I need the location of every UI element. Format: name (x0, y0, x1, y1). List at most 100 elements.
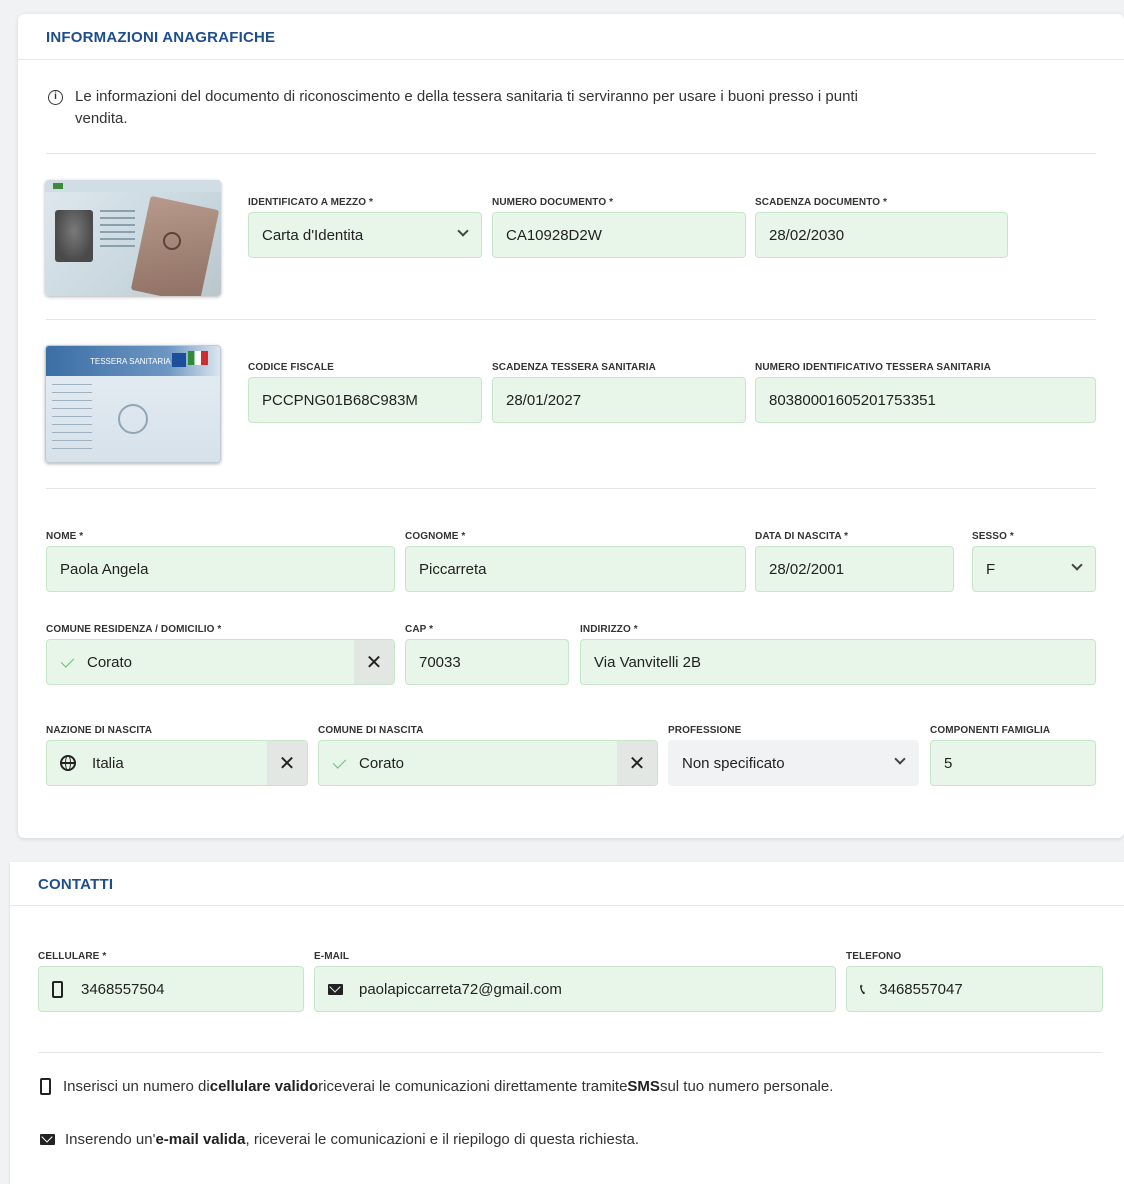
scadenza-documento-field[interactable]: 28/02/2030 (755, 212, 1008, 258)
scadenza-tessera-label: SCADENZA TESSERA SANITARIA (492, 362, 656, 373)
italian-flag (188, 351, 208, 365)
cie-seal (163, 232, 181, 250)
anagrafica-title: INFORMAZIONI ANAGRAFICHE (46, 29, 276, 46)
email-field[interactable]: paolapiccarreta72@gmail.com (314, 966, 836, 1012)
indirizzo-label: INDIRIZZO * (580, 624, 638, 635)
contatti-header-divider (10, 905, 1124, 906)
divider-3 (46, 488, 1096, 489)
scadenza-tessera-field[interactable]: 28/01/2027 (492, 377, 746, 423)
professione-value: Non specificato (682, 754, 785, 772)
codice-fiscale-label: CODICE FISCALE (248, 362, 334, 373)
cap-field[interactable]: 70033 (405, 639, 569, 685)
email-value: paolapiccarreta72@gmail.com (359, 980, 562, 998)
ts-emblem (118, 404, 148, 434)
envelope-icon (40, 1134, 55, 1145)
comune-nascita-label: COMUNE DI NASCITA (318, 725, 424, 736)
nome-value: Paola Angela (60, 560, 149, 578)
note2-bold: e-mail valida (155, 1131, 246, 1148)
data-nascita-value: 28/02/2001 (769, 560, 845, 578)
cie-lines (100, 210, 135, 250)
mobile-phone-icon (40, 1078, 51, 1095)
check-icon (60, 653, 75, 668)
telefono-value: 3468557047 (879, 980, 963, 998)
comune-residenza-value: Corato (87, 653, 133, 671)
cap-label: CAP * (405, 624, 434, 635)
comune-residenza-field[interactable]: Corato ✕ (46, 639, 395, 685)
note1-mid: riceverai le comunicazioni direttamente … (318, 1078, 628, 1095)
indirizzo-value: Via Vanvitelli 2B (594, 653, 702, 671)
nazione-nascita-field[interactable]: Italia ✕ (46, 740, 308, 786)
globe-icon (60, 755, 76, 771)
ts-lines (52, 384, 92, 456)
scadenza-documento-label: SCADENZA DOCUMENTO * (755, 197, 888, 208)
cap-value: 70033 (419, 653, 461, 671)
divider-2 (46, 319, 1096, 320)
cie-photo (55, 210, 93, 262)
info-icon: i (48, 90, 63, 105)
note1-pre: Inserisci un numero di (63, 1078, 210, 1095)
numero-documento-label: NUMERO DOCUMENTO * (492, 197, 614, 208)
comune-nascita-field[interactable]: Corato ✕ (318, 740, 658, 786)
cellulare-field[interactable]: 3468557504 (38, 966, 304, 1012)
chevron-down-icon (1071, 559, 1083, 571)
health-card-image: TESSERA SANITARIA (45, 345, 221, 463)
nazione-nascita-value: Italia (92, 754, 124, 772)
anagrafica-header-divider (18, 59, 1124, 60)
clear-nazione-nascita-button[interactable]: ✕ (267, 741, 307, 785)
check-icon (332, 754, 347, 769)
divider-1 (46, 153, 1096, 154)
numero-documento-field[interactable]: CA10928D2W (492, 212, 746, 258)
professione-select[interactable]: Non specificato (668, 740, 919, 786)
eu-flag (172, 353, 186, 367)
comune-residenza-label: COMUNE RESIDENZA / DOMICILIO * (46, 624, 222, 635)
sesso-label: SESSO * (972, 531, 1014, 542)
data-nascita-field[interactable]: 28/02/2001 (755, 546, 954, 592)
mobile-phone-icon (52, 980, 63, 998)
nome-field[interactable]: Paola Angela (46, 546, 395, 592)
cognome-label: COGNOME * (405, 531, 466, 542)
codice-fiscale-field[interactable]: PCCPNG01B68C983M (248, 377, 482, 423)
chevron-down-icon (457, 225, 469, 237)
identificato-label: IDENTIFICATO A MEZZO * (248, 197, 373, 208)
scadenza-documento-value: 28/02/2030 (769, 226, 845, 244)
note2-pre: Inserendo un' (65, 1131, 156, 1148)
contatti-title: CONTATTI (38, 876, 114, 893)
ts-title: TESSERA SANITARIA (90, 357, 171, 366)
telefono-field[interactable]: 📞︎ 3468557047 (846, 966, 1103, 1012)
numero-documento-value: CA10928D2W (506, 226, 602, 244)
indirizzo-field[interactable]: Via Vanvitelli 2B (580, 639, 1096, 685)
info-text-line2: vendita. (75, 110, 128, 127)
email-label: E-MAIL (314, 951, 350, 962)
divider-contatti (38, 1052, 1102, 1053)
note-cellulare: Inserisci un numero di cellulare valido … (40, 1078, 833, 1095)
componenti-label: COMPONENTI FAMIGLIA (930, 725, 1051, 736)
chevron-down-icon (894, 753, 906, 765)
clear-comune-nascita-button[interactable]: ✕ (617, 741, 657, 785)
note1-bold2: SMS (627, 1078, 660, 1095)
telephone-icon: 📞︎ (860, 980, 866, 998)
scadenza-tessera-value: 28/01/2027 (506, 391, 582, 409)
cognome-field[interactable]: Piccarreta (405, 546, 746, 592)
data-nascita-label: DATA DI NASCITA * (755, 531, 849, 542)
componenti-value: 5 (944, 754, 953, 772)
envelope-icon (328, 983, 343, 995)
clear-comune-residenza-button[interactable]: ✕ (354, 640, 394, 684)
note-email: Inserendo un' e-mail valida , riceverai … (40, 1131, 639, 1148)
sesso-value: F (986, 560, 996, 578)
numero-tessera-label: NUMERO IDENTIFICATIVO TESSERA SANITARIA (755, 362, 991, 373)
cie-flag (53, 183, 63, 189)
identificato-value: Carta d'Identita (262, 226, 364, 244)
info-text-line1: Le informazioni del documento di riconos… (75, 88, 858, 105)
cie-band (45, 180, 221, 192)
sesso-select[interactable]: F (972, 546, 1096, 592)
note1-post: sul tuo numero personale. (659, 1078, 834, 1095)
note1-bold1: cellulare valido (209, 1078, 319, 1095)
numero-tessera-value: 80380001605201753351 (769, 391, 936, 409)
identificato-select[interactable]: Carta d'Identita (248, 212, 482, 258)
codice-fiscale-value: PCCPNG01B68C983M (262, 391, 418, 409)
componenti-field[interactable]: 5 (930, 740, 1096, 786)
cellulare-value: 3468557504 (81, 980, 165, 998)
comune-nascita-value: Corato (359, 754, 405, 772)
numero-tessera-field[interactable]: 80380001605201753351 (755, 377, 1096, 423)
nome-label: NOME * (46, 531, 84, 542)
